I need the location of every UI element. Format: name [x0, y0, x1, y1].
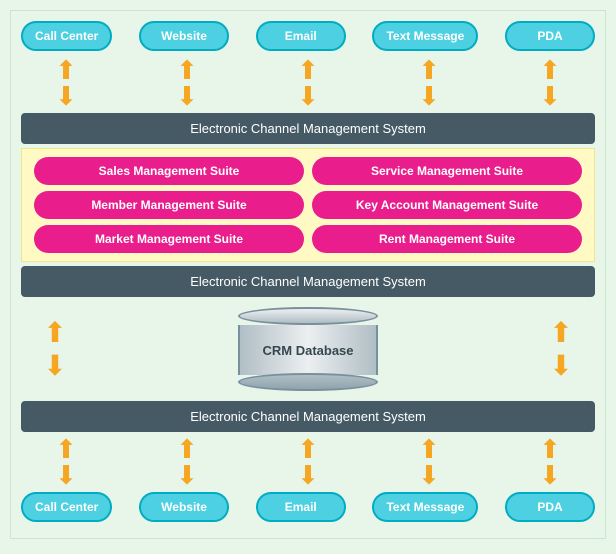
arrow-double-2: ⬆ ⬇ [142, 57, 232, 109]
top-dark-bar: Electronic Channel Management System [21, 113, 595, 144]
bottom-dark-bar: Electronic Channel Management System [21, 401, 595, 432]
arrow-double-b1: ⬆ ⬇ [21, 436, 111, 488]
top-channel-row: Call Center Website Email Text Message P… [21, 21, 595, 51]
channel-text-message-bottom: Text Message [372, 492, 478, 522]
arrow-double-1: ⬆ ⬇ [21, 57, 111, 109]
channel-call-center-bottom: Call Center [21, 492, 112, 522]
arrow-double-3: ⬆ ⬇ [263, 57, 353, 109]
cylinder-bottom [238, 373, 378, 391]
channel-call-center-top: Call Center [21, 21, 112, 51]
top-arrows-row: ⬆ ⬇ ⬆ ⬇ ⬆ ⬇ ⬆ ⬇ ⬆ ⬇ [21, 57, 595, 109]
channel-email-top: Email [256, 21, 346, 51]
channel-email-bottom: Email [256, 492, 346, 522]
arrow-double-b3: ⬆ ⬇ [263, 436, 353, 488]
suite-col-right: Service Management Suite Key Account Man… [312, 157, 582, 253]
suite-rent: Rent Management Suite [312, 225, 582, 253]
channel-website-bottom: Website [139, 492, 229, 522]
crm-arrow-right: ⬆ ⬇ [531, 316, 591, 382]
crm-cylinder: CRM Database [238, 307, 378, 391]
crm-section: ⬆ ⬇ CRM Database ⬆ ⬇ [21, 301, 595, 397]
main-container: Call Center Website Email Text Message P… [10, 10, 606, 539]
arrow-double-4: ⬆ ⬇ [384, 57, 474, 109]
suite-section: Sales Management Suite Member Management… [21, 148, 595, 262]
cylinder-top [238, 307, 378, 325]
bottom-arrows-row: ⬆ ⬇ ⬆ ⬇ ⬆ ⬇ ⬆ ⬇ ⬆ ⬇ [21, 436, 595, 488]
crm-label: CRM Database [262, 343, 353, 358]
crm-arrow-left: ⬆ ⬇ [25, 316, 85, 382]
channel-pda-top: PDA [505, 21, 595, 51]
arrow-double-b4: ⬆ ⬇ [384, 436, 474, 488]
arrow-double-b2: ⬆ ⬇ [142, 436, 232, 488]
suite-service: Service Management Suite [312, 157, 582, 185]
suite-key-account: Key Account Management Suite [312, 191, 582, 219]
suite-member: Member Management Suite [34, 191, 304, 219]
channel-website-top: Website [139, 21, 229, 51]
channel-pda-bottom: PDA [505, 492, 595, 522]
arrow-double-5: ⬆ ⬇ [505, 57, 595, 109]
suite-sales: Sales Management Suite [34, 157, 304, 185]
middle-dark-bar: Electronic Channel Management System [21, 266, 595, 297]
bottom-channel-row: Call Center Website Email Text Message P… [21, 492, 595, 522]
crm-database-container: CRM Database [85, 307, 531, 391]
suite-col-left: Sales Management Suite Member Management… [34, 157, 304, 253]
cylinder-body: CRM Database [238, 325, 378, 375]
channel-text-message-top: Text Message [372, 21, 478, 51]
arrow-double-b5: ⬆ ⬇ [505, 436, 595, 488]
suite-market: Market Management Suite [34, 225, 304, 253]
